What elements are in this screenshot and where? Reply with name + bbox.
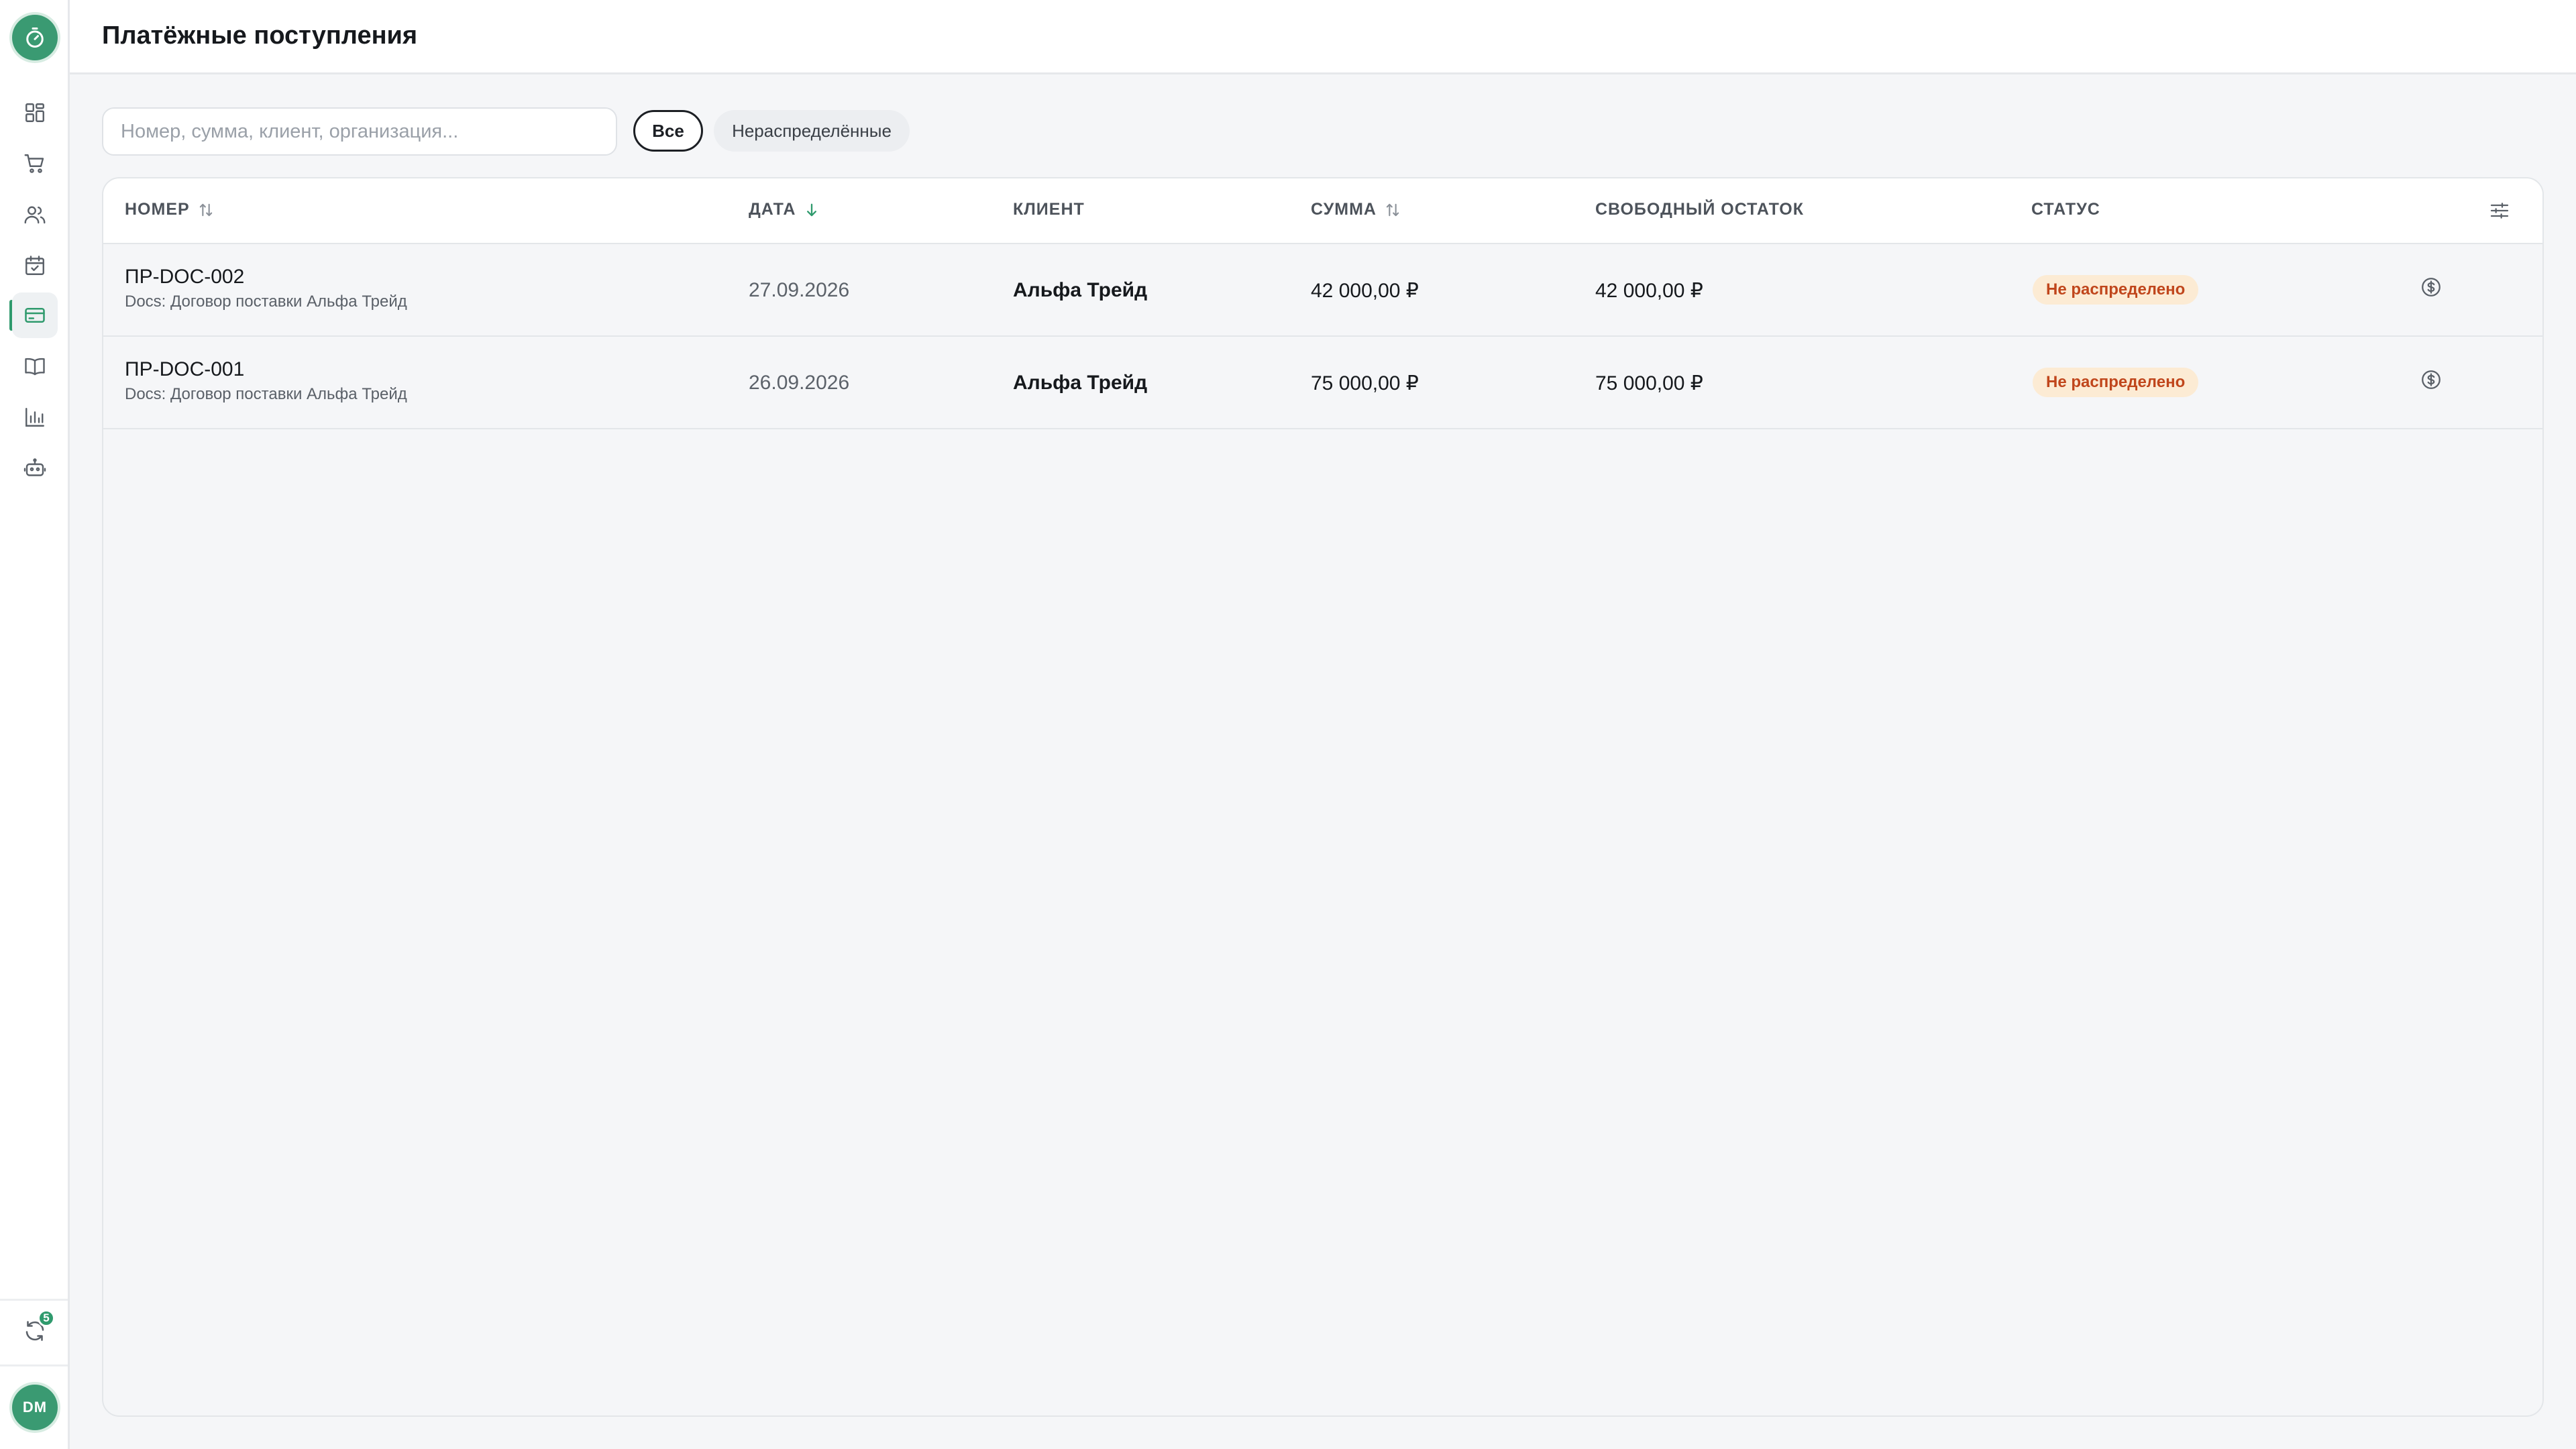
- column-header-date[interactable]: ДАТА: [749, 200, 821, 219]
- credit-card-icon: [25, 307, 45, 323]
- column-header-status[interactable]: СТАТУС: [2031, 200, 2100, 219]
- page-header: Платёжные поступления: [70, 0, 2576, 74]
- sidebar-item-payments[interactable]: [12, 292, 58, 338]
- filter-chip-all[interactable]: Все: [633, 110, 703, 152]
- user-avatar[interactable]: DM: [12, 1385, 58, 1430]
- payment-client: Альфа Трейд: [1013, 279, 1148, 301]
- column-header-amount[interactable]: СУММА: [1311, 200, 1402, 219]
- table-row[interactable]: ПР-DOC-001 Docs: Договор поставки Альфа …: [103, 337, 2542, 429]
- coin-dollar-icon: [2422, 278, 2440, 297]
- sidebar-item-orders[interactable]: [12, 141, 58, 186]
- cart-icon: [24, 154, 44, 173]
- sort-both-icon: [199, 203, 212, 216]
- bar-chart-icon: [25, 408, 44, 427]
- payment-client: Альфа Трейд: [1013, 372, 1148, 394]
- column-header-client[interactable]: КЛИЕНТ: [1013, 200, 1085, 219]
- sidebar-divider-bottom: [0, 1364, 68, 1366]
- calendar-check-icon: [25, 256, 44, 275]
- distribute-payment-button[interactable]: [2418, 366, 2445, 393]
- column-header-free-balance[interactable]: СВОБОДНЫЙ ОСТАТОК: [1595, 200, 1804, 219]
- column-header-number[interactable]: НОМЕР: [125, 200, 215, 219]
- payment-number[interactable]: ПР-DOC-001: [125, 358, 244, 381]
- column-settings-button[interactable]: [2486, 197, 2513, 224]
- status-badge: Не распределено: [2033, 275, 2199, 305]
- sidebar-item-reports[interactable]: [12, 394, 58, 440]
- app-logo[interactable]: [12, 15, 58, 60]
- stopwatch-icon: [26, 28, 44, 48]
- payment-date: 27.09.2026: [749, 279, 850, 301]
- robot-icon: [23, 458, 46, 476]
- payment-date: 26.09.2026: [749, 372, 850, 394]
- sort-both-icon: [1386, 203, 1399, 216]
- sync-count-badge: 5: [38, 1309, 55, 1327]
- coin-dollar-icon: [2422, 370, 2440, 389]
- payment-document: Docs: Договор поставки Альфа Трейд: [125, 385, 407, 403]
- payment-free-balance: 42 000,00 ₽: [1595, 280, 1703, 302]
- payment-free-balance: 75 000,00 ₽: [1595, 372, 1703, 394]
- search-input[interactable]: [102, 107, 617, 156]
- sidebar-item-dashboard[interactable]: [12, 90, 58, 136]
- sidebar: 5 DM: [0, 0, 70, 1449]
- book-icon: [25, 358, 45, 376]
- page-title: Платёжные поступления: [102, 21, 418, 50]
- sliders-icon: [2490, 203, 2509, 219]
- payment-amount: 75 000,00 ₽: [1311, 372, 1419, 394]
- filter-chip-undistributed[interactable]: Нераспределённые: [714, 110, 910, 152]
- table-header: НОМЕР ДАТА КЛИЕНТ СУММА СВОБОДНЫЙ ОСТАТО…: [103, 178, 2542, 244]
- payments-table: НОМЕР ДАТА КЛИЕНТ СУММА СВОБОДНЫЙ ОСТАТО…: [102, 177, 2544, 1417]
- sort-down-icon: [807, 203, 817, 216]
- sync-button[interactable]: 5: [12, 1308, 58, 1354]
- sidebar-item-directory[interactable]: [12, 343, 58, 389]
- users-icon: [24, 206, 46, 224]
- payment-amount: 42 000,00 ₽: [1311, 280, 1419, 302]
- sidebar-item-calendar[interactable]: [12, 243, 58, 288]
- sidebar-item-bot[interactable]: [12, 445, 58, 491]
- sidebar-divider: [0, 1299, 68, 1301]
- status-badge: Не распределено: [2033, 368, 2199, 397]
- distribute-payment-button[interactable]: [2418, 274, 2445, 301]
- payment-number[interactable]: ПР-DOC-002: [125, 266, 244, 288]
- dashboard-grid-icon: [25, 103, 44, 122]
- table-row[interactable]: ПР-DOC-002 Docs: Договор поставки Альфа …: [103, 244, 2542, 337]
- payment-document: Docs: Договор поставки Альфа Трейд: [125, 292, 407, 311]
- sidebar-item-clients[interactable]: [12, 192, 58, 237]
